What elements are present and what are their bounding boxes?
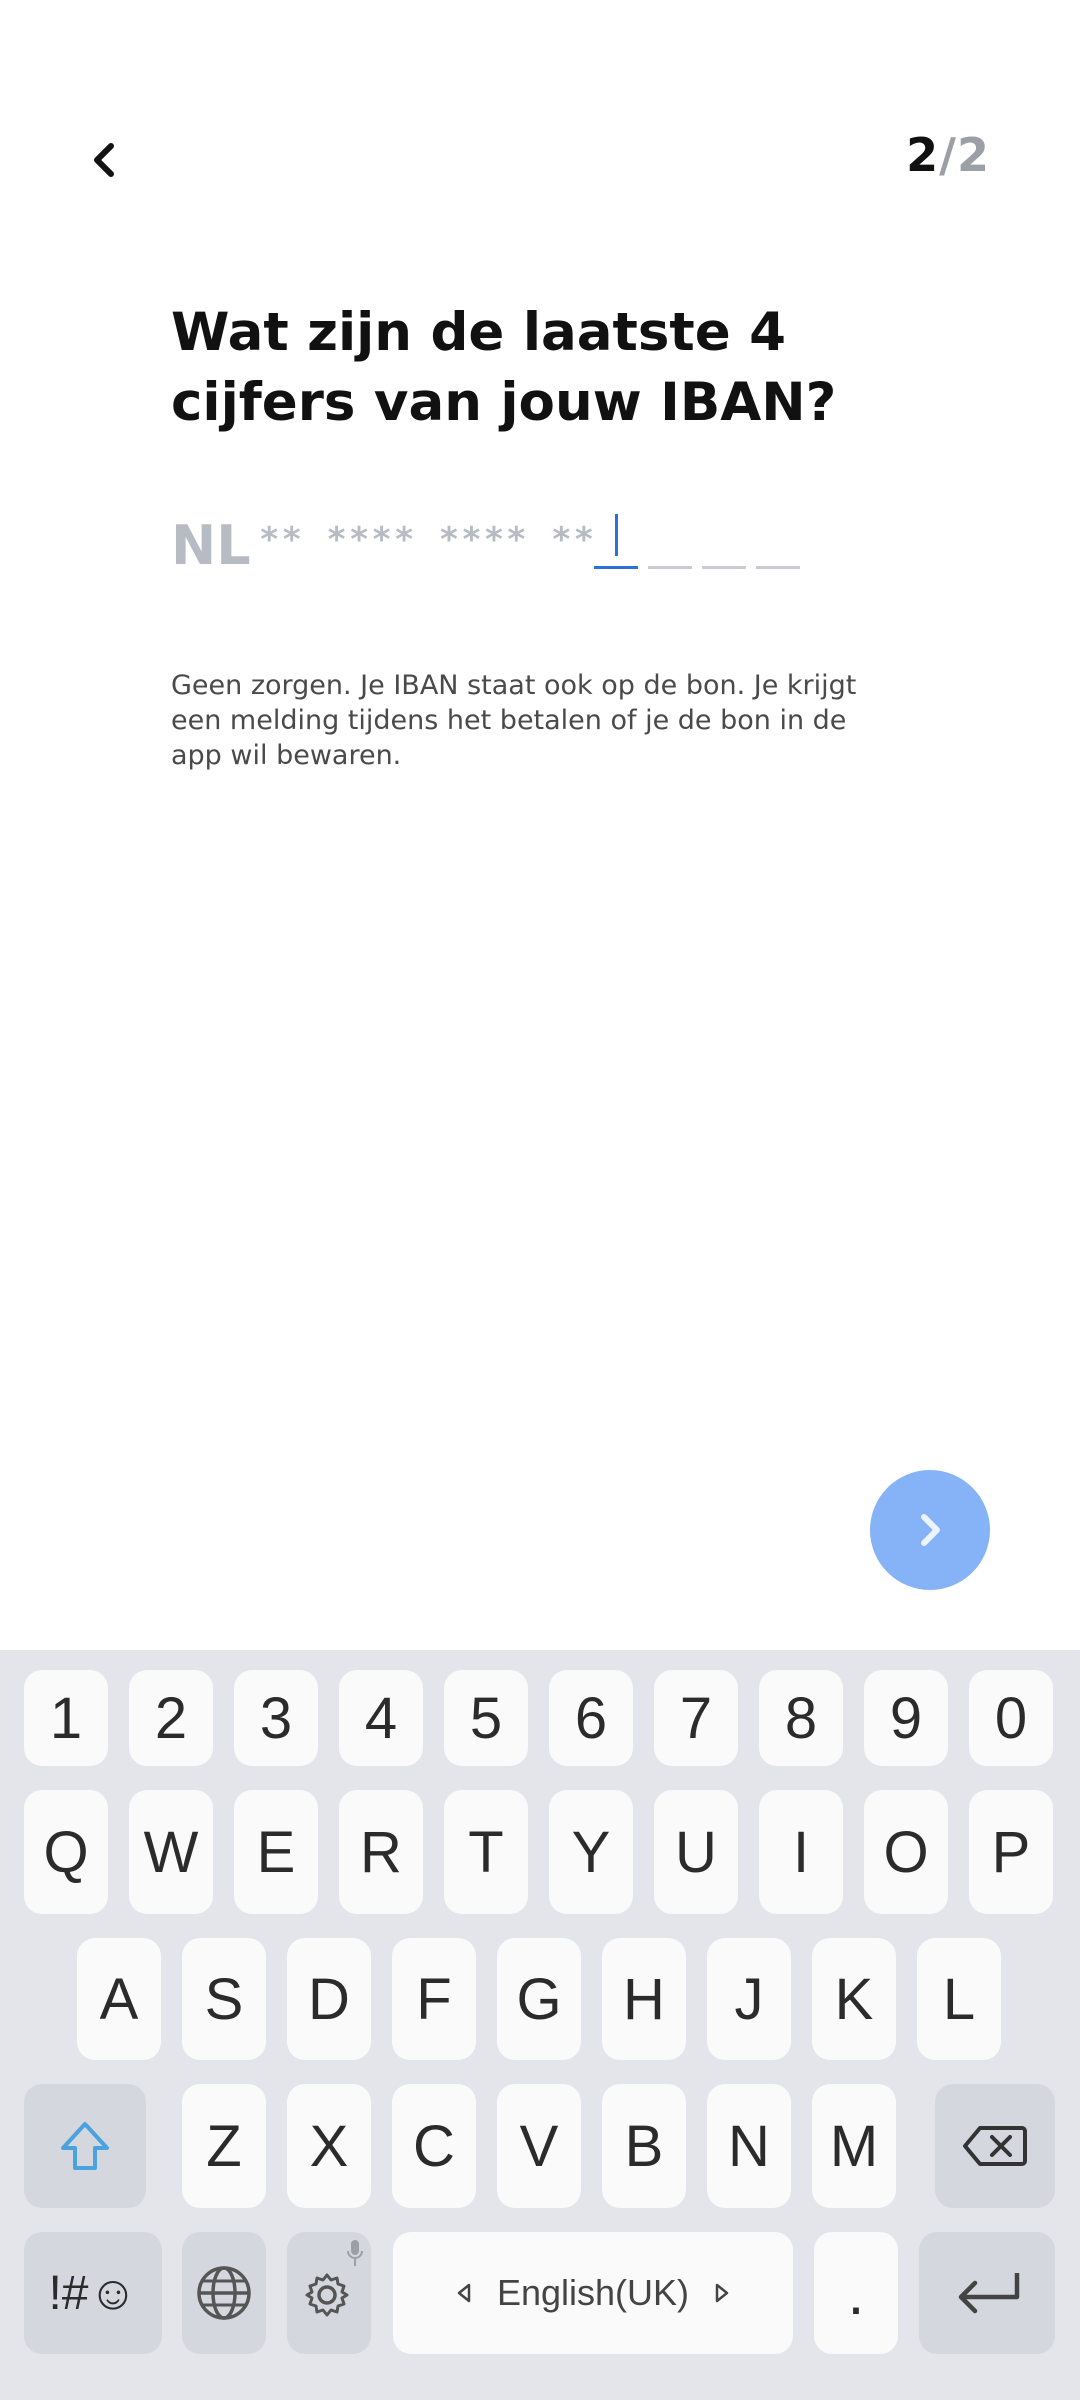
backspace-key[interactable] [935,2084,1055,2208]
globe-icon [197,2266,251,2320]
key-u[interactable]: U [654,1790,738,1914]
key-v[interactable]: V [497,2084,581,2208]
step-separator: / [939,128,957,182]
text-caret [615,514,618,556]
key-m[interactable]: M [812,2084,896,2208]
language-switch-key[interactable] [182,2232,266,2354]
chevron-left-icon [94,143,114,177]
key-2[interactable]: 2 [129,1670,213,1766]
gear-icon [305,2273,349,2317]
space-bar[interactable]: English(UK) [393,2232,793,2354]
symbols-key[interactable]: !#☺ [24,2232,162,2354]
iban-digit-3[interactable] [702,510,746,569]
keyboard: 1 2 3 4 5 6 7 8 9 0 Q W E R T Y U I O P … [0,1650,1080,2400]
key-o[interactable]: O [864,1790,948,1914]
caret-left-icon [457,2283,471,2303]
key-p[interactable]: P [969,1790,1053,1914]
hint-text: Geen zorgen. Je IBAN staat ook op de bon… [171,670,857,771]
key-5[interactable]: 5 [444,1670,528,1766]
key-f[interactable]: F [392,1938,476,2060]
key-0[interactable]: 0 [969,1670,1053,1766]
key-g[interactable]: G [497,1938,581,2060]
key-b[interactable]: B [602,2084,686,2208]
key-8[interactable]: 8 [759,1670,843,1766]
next-button[interactable] [870,1470,990,1590]
key-a[interactable]: A [77,1938,161,2060]
shift-key[interactable] [24,2084,146,2208]
key-d[interactable]: D [287,1938,371,2060]
iban-masked-digits: ** **** **** ** [259,520,597,560]
shift-icon [61,2122,109,2170]
key-t[interactable]: T [444,1790,528,1914]
key-z[interactable]: Z [182,2084,266,2208]
key-h[interactable]: H [602,1938,686,2060]
key-l[interactable]: L [917,1938,1001,2060]
key-4[interactable]: 4 [339,1670,423,1766]
key-c[interactable]: C [392,2084,476,2208]
enter-key[interactable] [919,2232,1055,2354]
enter-icon [958,2273,1020,2314]
key-3[interactable]: 3 [234,1670,318,1766]
key-y[interactable]: Y [549,1790,633,1914]
chevron-right-icon [921,1514,940,1546]
key-n[interactable]: N [707,2084,791,2208]
key-i[interactable]: I [759,1790,843,1914]
page-title: Wat zijn de laatste 4 cijfers van jouw I… [171,302,837,433]
key-x[interactable]: X [287,2084,371,2208]
key-7[interactable]: 7 [654,1670,738,1766]
iban-digit-4[interactable] [756,510,800,569]
key-k[interactable]: K [812,1938,896,2060]
caret-right-icon [715,2283,729,2303]
iban-country-prefix: NL [171,514,251,577]
key-1[interactable]: 1 [24,1670,108,1766]
microphone-icon [347,2240,363,2266]
key-s[interactable]: S [182,1938,266,2060]
key-e[interactable]: E [234,1790,318,1914]
back-button[interactable] [80,130,128,190]
iban-digit-2[interactable] [648,510,692,569]
step-current: 2 [906,128,940,182]
step-indicator: 2/2 [906,128,990,182]
backspace-icon [963,2126,1027,2166]
key-r[interactable]: R [339,1790,423,1914]
language-label: English(UK) [496,2272,690,2313]
key-9[interactable]: 9 [864,1670,948,1766]
key-w[interactable]: W [129,1790,213,1914]
settings-key[interactable] [287,2232,371,2354]
key-q[interactable]: Q [24,1790,108,1914]
iban-input[interactable]: NL ** **** **** ** [171,510,991,590]
key-j[interactable]: J [707,1938,791,2060]
step-total: 2 [956,128,990,182]
key-6[interactable]: 6 [549,1670,633,1766]
period-key[interactable]: . [814,2232,898,2354]
